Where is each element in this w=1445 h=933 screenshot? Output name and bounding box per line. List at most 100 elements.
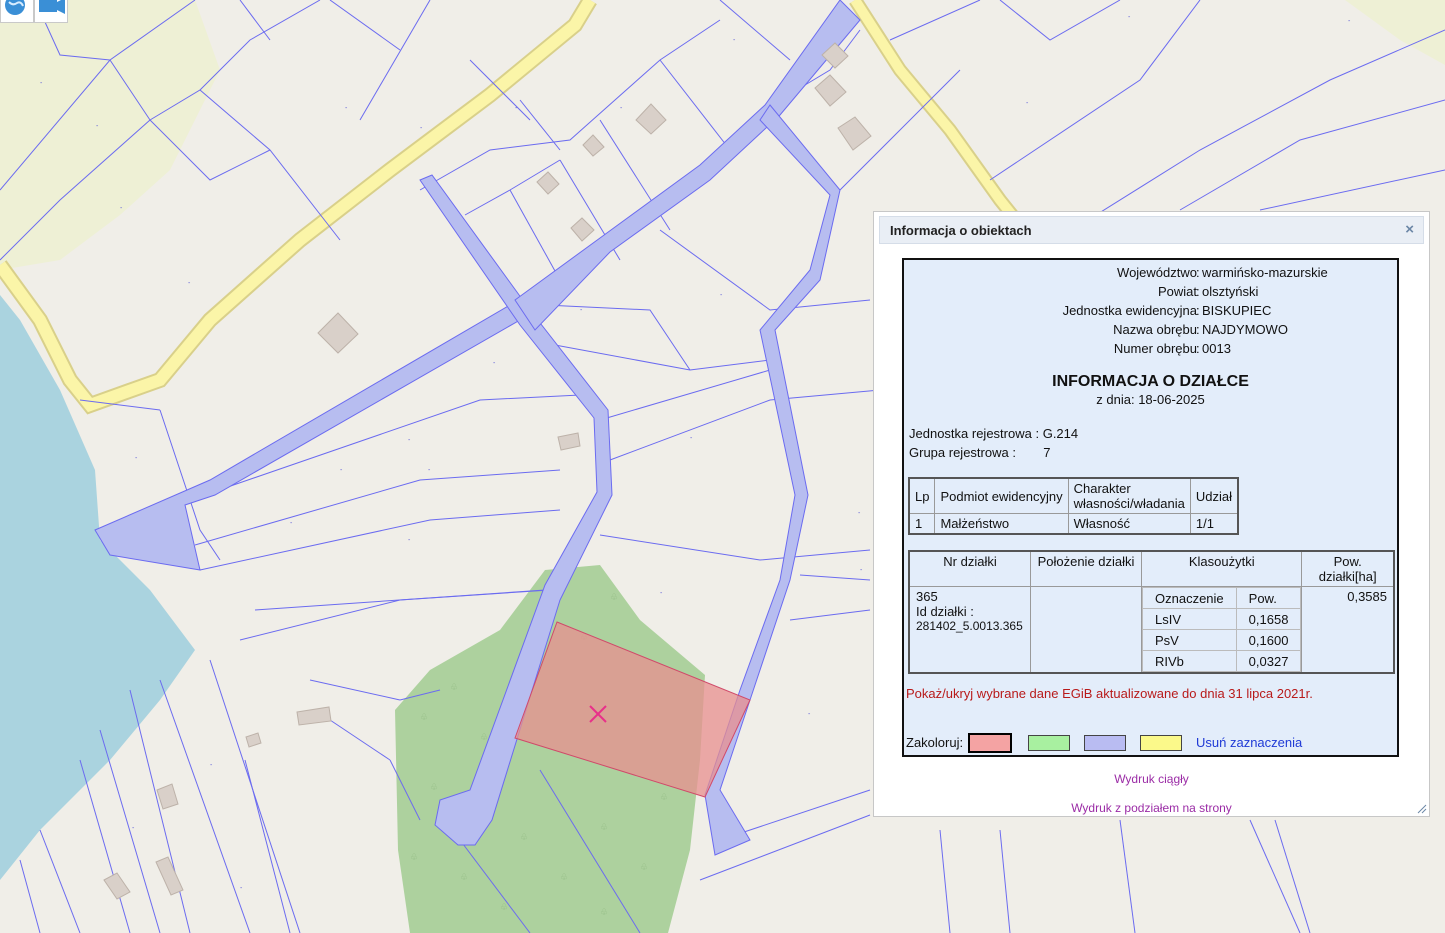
- globe-icon: [5, 0, 25, 15]
- document-title: INFORMACJA O DZIAŁCE: [1052, 373, 1249, 390]
- colon: :: [1196, 265, 1200, 280]
- svg-text:♧: ♧: [600, 822, 608, 832]
- table-cell: 1: [908, 513, 936, 535]
- table-cell: Własność: [1067, 513, 1191, 535]
- colon: :: [1196, 284, 1200, 299]
- svg-text:♧: ♧: [560, 872, 568, 882]
- voivodeship-label: Województwo: [1117, 265, 1197, 280]
- precinct-name-row: Nazwa obrębu : NAJDYMOWO: [904, 322, 1397, 340]
- precinct-name-value: NAJDYMOWO: [1202, 322, 1288, 337]
- clear-selection-link[interactable]: Usuń zaznaczenia: [1196, 735, 1302, 750]
- land-class-header-row: Oznaczenie Pow.: [1142, 587, 1302, 609]
- color-swatch-green[interactable]: [1028, 735, 1070, 751]
- precinct-number-label: Numer obrębu: [1113, 341, 1197, 356]
- registry-unit-row: Jednostka rejestrowa : G.214: [909, 426, 1078, 441]
- parcel-area: 0,3585: [1301, 586, 1395, 674]
- county-label: Powiat: [1157, 284, 1197, 299]
- table-cell: 0,1658: [1235, 608, 1302, 630]
- voivodeship-row: Województwo : warmińsko-mazurskie: [904, 265, 1397, 283]
- globe-button[interactable]: [0, 0, 34, 23]
- table-cell: 1/1: [1189, 513, 1239, 535]
- registry-group-label: Grupa rejestrowa :: [909, 445, 1016, 460]
- land-classes-cell: Oznaczenie Pow. LsIV 0,1658 PsV 0,1600 R…: [1140, 586, 1303, 674]
- print-continuous-link[interactable]: Wydruk ciągły: [874, 772, 1429, 786]
- unit-row: Jednostka ewidencyjna : BISKUPIEC: [904, 303, 1397, 321]
- svg-text:♧: ♧: [520, 832, 528, 842]
- table-cell: 0,0327: [1235, 650, 1302, 672]
- svg-text:♧: ♧: [480, 732, 488, 742]
- parcel-number: 365: [916, 589, 938, 604]
- svg-text:♧: ♧: [460, 872, 468, 882]
- svg-text:♧: ♧: [500, 902, 508, 912]
- svg-text:♧: ♧: [450, 682, 458, 692]
- svg-text:♧: ♧: [420, 712, 428, 722]
- county-row: Powiat : olsztyński: [904, 284, 1397, 302]
- unit-value: BISKUPIEC: [1202, 303, 1272, 318]
- precinct-number-value: 0013: [1202, 341, 1231, 356]
- land-classes-table: Oznaczenie Pow. LsIV 0,1658 PsV 0,1600 R…: [1142, 587, 1302, 672]
- table-header-line: własności/władania: [1073, 496, 1185, 511]
- table-header-line: Charakter: [1073, 481, 1131, 496]
- unit-label: Jednostka ewidencyjna: [1062, 303, 1197, 318]
- table-header: Nr działki: [908, 550, 1031, 587]
- toggle-egib-data-link[interactable]: Pokaż/ukryj wybrane dane EGiB aktualizow…: [906, 686, 1313, 701]
- dialog-header[interactable]: Informacja o obiektach ×: [879, 216, 1424, 244]
- table-header: Podmiot ewidencyjny: [934, 477, 1069, 514]
- registry-unit-label: Jednostka rejestrowa :: [909, 426, 1040, 441]
- video-button[interactable]: [34, 0, 68, 23]
- parcel-location-cell: [1030, 586, 1142, 674]
- object-info-dialog[interactable]: Informacja o obiektach × Województwo : w…: [873, 211, 1430, 817]
- parcel-info-panel: Województwo : warmińsko-mazurskie Powiat…: [902, 258, 1399, 757]
- precinct-name-label: Nazwa obrębu: [1113, 322, 1197, 337]
- colon: :: [1196, 303, 1200, 318]
- table-header: Klasoużytki: [1140, 550, 1303, 587]
- svg-text:♧: ♧: [610, 592, 618, 602]
- colon: :: [1196, 341, 1200, 356]
- colorize-row: Zakoloruj: Usuń zaznaczenia: [906, 733, 1396, 753]
- table-header: Udział: [1189, 477, 1239, 514]
- color-swatch-blue[interactable]: [1084, 735, 1126, 751]
- parcel-id-label: Id działki :: [916, 604, 974, 619]
- document-date: z dnia: 18-06-2025: [1096, 392, 1205, 407]
- table-row: RIVb 0,0327: [1142, 650, 1302, 672]
- table-header: Oznaczenie: [1142, 587, 1237, 609]
- table-header: Pow. działki[ha]: [1301, 550, 1395, 587]
- table-cell: 0,1600: [1235, 629, 1302, 651]
- resize-handle-icon[interactable]: [1417, 804, 1427, 814]
- table-cell: PsV: [1142, 629, 1237, 651]
- parcel-id-value: 281402_5.0013.365: [916, 619, 1023, 633]
- table-cell: LsIV: [1142, 608, 1237, 630]
- registry-unit-value: G.214: [1042, 426, 1079, 441]
- county-value: olsztyński: [1202, 284, 1259, 299]
- table-cell: Małżeństwo: [934, 513, 1069, 535]
- table-header: Lp: [908, 477, 936, 514]
- svg-text:♧: ♧: [430, 782, 438, 792]
- table-row: 1 Małżeństwo Własność 1/1: [908, 513, 1239, 535]
- table-header: Położenie działki: [1030, 550, 1142, 587]
- voivodeship-value: warmińsko-mazurskie: [1202, 265, 1328, 280]
- precinct-number-row: Numer obrębu : 0013: [904, 341, 1397, 359]
- svg-text:♧: ♧: [410, 852, 418, 862]
- color-swatch-red[interactable]: [968, 733, 1012, 753]
- parcel-number-cell: 365 Id działki : 281402_5.0013.365: [908, 586, 1031, 674]
- parcel-table: Nr działki Położenie działki Klasoużytki…: [908, 550, 1395, 674]
- color-swatch-yellow[interactable]: [1140, 735, 1182, 751]
- print-paged-link[interactable]: Wydruk z podziałem na strony: [874, 801, 1429, 815]
- table-row: LsIV 0,1658: [1142, 608, 1302, 630]
- dialog-title: Informacja o obiektach: [890, 223, 1032, 238]
- table-cell: RIVb: [1142, 650, 1237, 672]
- svg-text:♧: ♧: [600, 907, 608, 917]
- colorize-label: Zakoloruj:: [906, 735, 964, 750]
- table-row: 365 Id działki : 281402_5.0013.365 Oznac…: [908, 586, 1395, 674]
- registry-group-row: Grupa rejestrowa : 7: [909, 445, 1050, 460]
- close-icon[interactable]: ×: [1405, 222, 1414, 238]
- owners-table: Lp Podmiot ewidencyjny Charakter własnoś…: [908, 477, 1239, 535]
- colon: :: [1196, 322, 1200, 337]
- svg-text:♧: ♧: [640, 862, 648, 872]
- svg-text:♧: ♧: [660, 792, 668, 802]
- table-header: Charakter własności/władania: [1067, 477, 1191, 514]
- table-row: PsV 0,1600: [1142, 629, 1302, 651]
- table-header: Pow.: [1235, 587, 1302, 609]
- owners-header-row: Lp Podmiot ewidencyjny Charakter własnoś…: [908, 477, 1239, 514]
- registry-group-value: 7: [1043, 445, 1051, 460]
